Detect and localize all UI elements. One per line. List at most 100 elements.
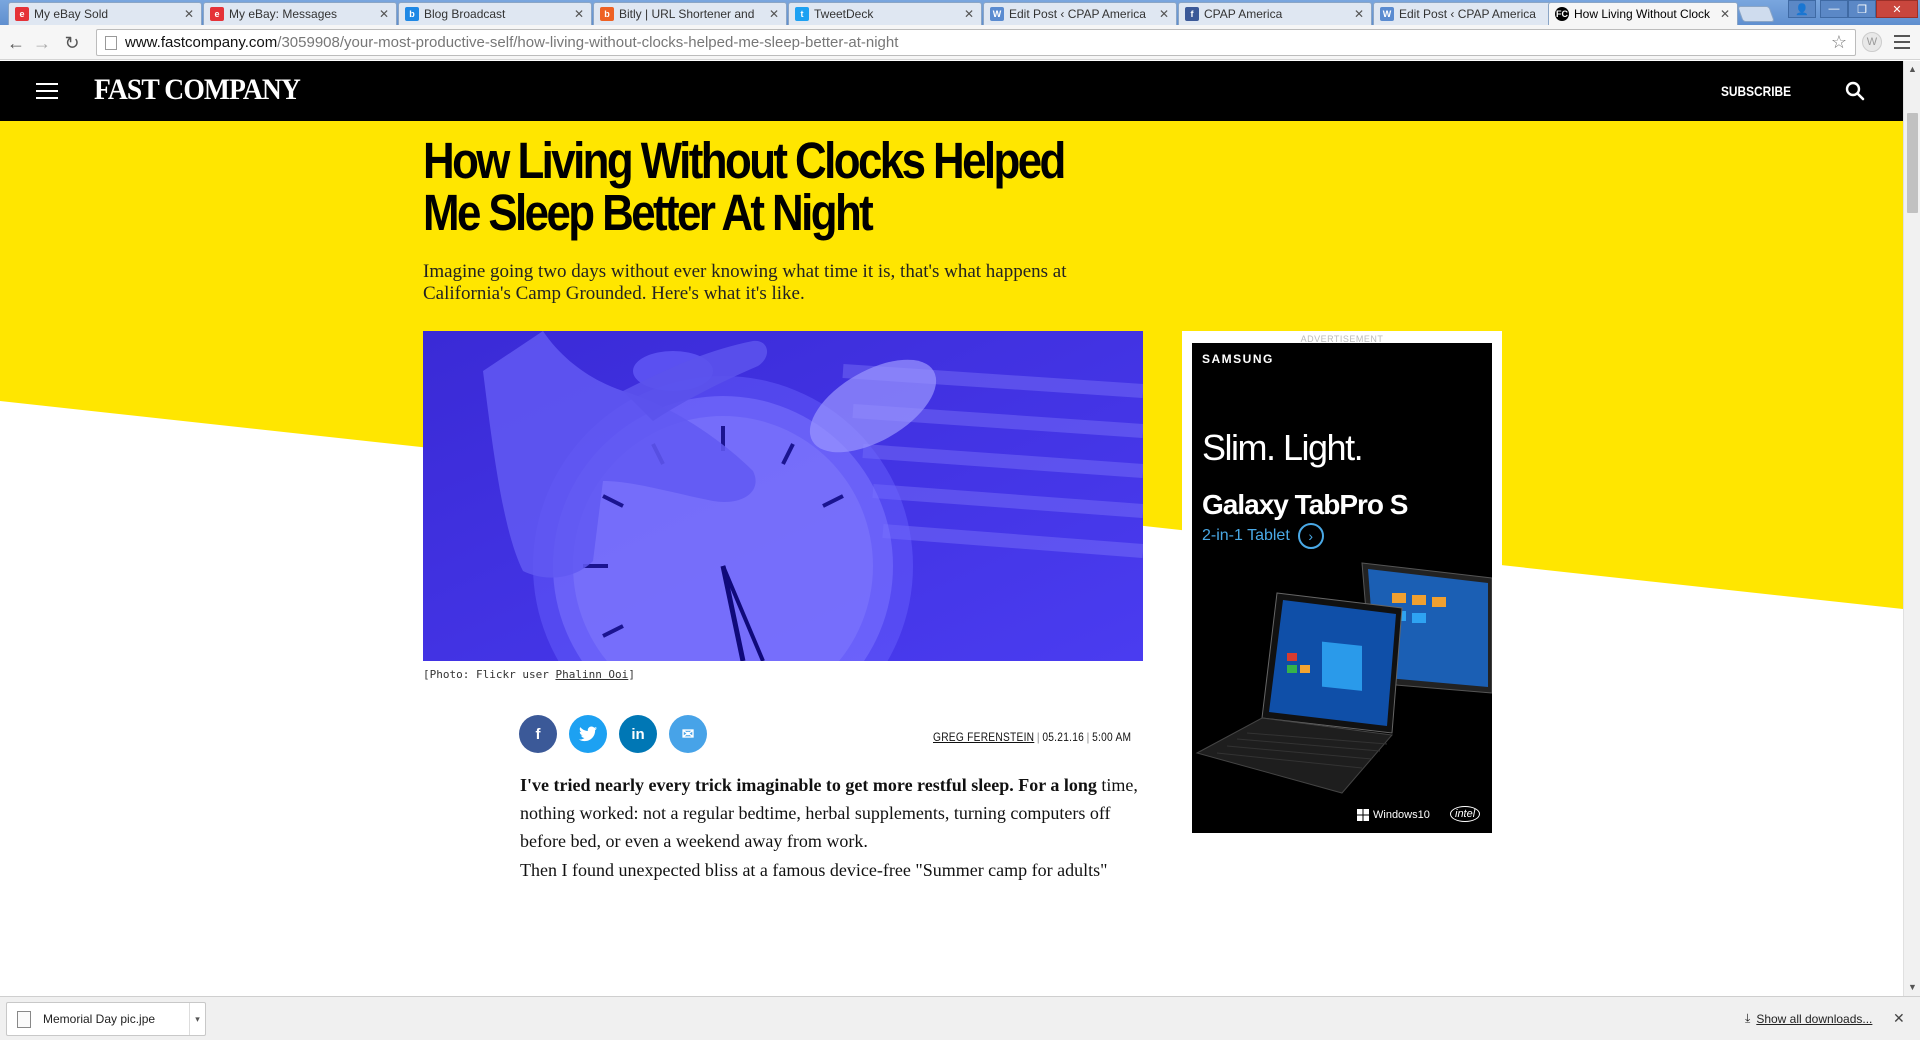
chrome-menu-icon[interactable]	[1894, 33, 1910, 51]
tab-label: Blog Broadcast	[424, 7, 506, 21]
page-scrollbar[interactable]: ▲ ▼	[1903, 61, 1920, 996]
show-all-downloads-link[interactable]: Show all downloads...	[1756, 1012, 1872, 1026]
close-window-button[interactable]: ✕	[1876, 0, 1918, 18]
tab-label: TweetDeck	[814, 7, 874, 21]
download-filename: Memorial Day pic.jpe	[43, 1012, 156, 1026]
chevron-down-icon[interactable]: ▾	[189, 1003, 205, 1035]
ad-subline: 2-in-1 Tablet ›	[1202, 523, 1324, 549]
browser-tab-strip: e My eBay Sold ✕ e My eBay: Messages ✕ b…	[0, 0, 1920, 25]
ebay-icon: e	[210, 7, 224, 21]
facebook-icon: f	[535, 725, 541, 743]
article-paragraph: I've tried nearly every trick imaginable…	[520, 771, 1150, 855]
search-icon[interactable]	[1845, 81, 1865, 101]
close-icon[interactable]: ✕	[378, 7, 390, 21]
samsung-ad-creative[interactable]: SAMSUNG Slim. Light. Galaxy TabPro S 2-i…	[1192, 343, 1492, 833]
advertisement: ADVERTISEMENT SAMSUNG Slim. Light. Galax…	[1182, 331, 1502, 845]
close-icon[interactable]: ✕	[1719, 7, 1731, 21]
fastcompany-icon: FC	[1555, 7, 1569, 21]
ad-tagline: Slim. Light.	[1202, 427, 1364, 468]
scroll-up-arrow-icon[interactable]: ▲	[1904, 61, 1920, 78]
facebook-icon: f	[1185, 7, 1199, 21]
close-icon[interactable]: ✕	[1158, 7, 1170, 21]
blog-broadcast-icon: b	[405, 7, 419, 21]
photo-credit-link[interactable]: Phalinn Ooi	[555, 668, 628, 681]
tab-cpap-america[interactable]: f CPAP America ✕	[1178, 2, 1372, 25]
show-all-downloads[interactable]: ⤓ Show all downloads...	[1745, 1011, 1872, 1026]
tab-bitly[interactable]: b Bitly | URL Shortener and ✕	[593, 2, 787, 25]
extension-letter: W	[1866, 36, 1878, 48]
caption-prefix: [Photo: Flickr user	[423, 668, 556, 681]
hero-image-alarm-clock	[423, 331, 1143, 661]
page-viewport: FAST COMPANY SUBSCRIBE How Living Withou…	[0, 61, 1903, 996]
tab-label: CPAP America	[1204, 7, 1283, 21]
tab-label: My eBay Sold	[34, 7, 109, 21]
downloads-bar: Memorial Day pic.jpe ▾ ⤓ Show all downlo…	[0, 996, 1920, 1040]
photo-caption: [Photo: Flickr user Phalinn Ooi]	[423, 668, 635, 681]
ad-product-name: Galaxy TabPro S	[1202, 489, 1408, 520]
minimize-button[interactable]: —	[1820, 0, 1848, 18]
tab-label: Edit Post ‹ CPAP America	[1009, 7, 1146, 21]
windows-label: Windows10	[1373, 809, 1430, 821]
author-link[interactable]: GREG FERENSTEIN	[933, 730, 1034, 744]
back-button[interactable]: ←	[4, 31, 28, 55]
email-icon: ✉	[681, 726, 695, 743]
close-icon[interactable]: ✕	[183, 7, 195, 21]
extension-icon[interactable]: W	[1862, 32, 1882, 52]
linkedin-icon: in	[631, 725, 645, 743]
close-icon[interactable]: ✕	[1353, 7, 1365, 21]
new-tab-button[interactable]	[1737, 6, 1775, 22]
close-icon[interactable]: ✕	[573, 7, 585, 21]
article-headline: How Living Without Clocks Helped Me Slee…	[423, 132, 1066, 241]
article-paragraph: Then I found unexpected bliss at a famou…	[520, 860, 1108, 880]
address-bar[interactable]: www.fastcompany.com /3059908/your-most-p…	[96, 29, 1856, 56]
url-host: www.fastcompany.com	[125, 34, 278, 51]
tab-edit-post-1[interactable]: W Edit Post ‹ CPAP America ✕	[983, 2, 1177, 25]
article-dek: Imagine going two days without ever know…	[423, 261, 1067, 304]
linkedin-share-button[interactable]: in	[619, 715, 657, 753]
byline: GREG FERENSTEIN | 05.21.16 | 5:00 AM	[933, 730, 1132, 744]
reload-button[interactable]: ↻	[60, 31, 84, 55]
ad-brand: SAMSUNG	[1202, 352, 1274, 366]
url-path: /3059908/your-most-productive-self/how-l…	[277, 34, 899, 51]
tab-label: How Living Without Clock	[1574, 7, 1711, 21]
tab-edit-post-2[interactable]: W Edit Post ‹ CPAP America ✕	[1373, 2, 1567, 25]
file-icon	[17, 1010, 31, 1028]
scrollbar-thumb[interactable]	[1907, 113, 1918, 213]
close-icon[interactable]: ✕	[963, 7, 975, 21]
tab-label: Bitly | URL Shortener and	[619, 7, 755, 21]
windows-logo: Windows10	[1357, 809, 1430, 821]
site-header: FAST COMPANY SUBSCRIBE	[0, 61, 1903, 121]
user-icon[interactable]: 👤	[1788, 0, 1816, 18]
hamburger-menu-icon[interactable]	[36, 83, 58, 99]
ebay-icon: e	[15, 7, 29, 21]
close-icon[interactable]: ✕	[768, 7, 780, 21]
wordpress-icon: W	[1380, 7, 1394, 21]
ad-subline-text: 2-in-1 Tablet	[1202, 527, 1290, 544]
wordpress-icon: W	[990, 7, 1004, 21]
tab-label: My eBay: Messages	[229, 7, 338, 21]
tab-my-ebay-messages[interactable]: e My eBay: Messages ✕	[203, 2, 397, 25]
subscribe-link[interactable]: SUBSCRIBE	[1721, 83, 1791, 99]
close-icon[interactable]: ✕	[1893, 1010, 1905, 1027]
scroll-down-arrow-icon[interactable]: ▼	[1904, 979, 1920, 996]
bookmark-star-icon[interactable]: ☆	[1831, 32, 1847, 53]
facebook-share-button[interactable]: f	[519, 715, 557, 753]
caption-suffix: ]	[628, 668, 635, 681]
twitter-share-button[interactable]	[569, 715, 607, 753]
browser-toolbar: ← → ↻ www.fastcompany.com /3059908/your-…	[0, 25, 1920, 60]
tab-fast-company-article[interactable]: FC How Living Without Clock ✕	[1548, 2, 1738, 25]
tab-my-ebay-sold[interactable]: e My eBay Sold ✕	[8, 2, 202, 25]
download-item[interactable]: Memorial Day pic.jpe ▾	[6, 1002, 206, 1036]
tab-label: Edit Post ‹ CPAP America	[1399, 7, 1536, 21]
windows-icon	[1357, 809, 1369, 821]
forward-button[interactable]: →	[30, 31, 54, 55]
chevron-right-icon[interactable]: ›	[1297, 523, 1324, 549]
restore-button[interactable]: ❐	[1848, 0, 1876, 18]
lead-sentence: I've tried nearly every trick imaginable…	[520, 775, 1097, 795]
fast-company-logo[interactable]: FAST COMPANY	[94, 73, 301, 107]
email-share-button[interactable]: ✉	[669, 715, 707, 753]
download-arrow-icon: ⤓	[1745, 1011, 1751, 1025]
tab-tweetdeck[interactable]: t TweetDeck ✕	[788, 2, 982, 25]
tab-blog-broadcast[interactable]: b Blog Broadcast ✕	[398, 2, 592, 25]
publish-time: 5:00 AM	[1092, 730, 1132, 744]
